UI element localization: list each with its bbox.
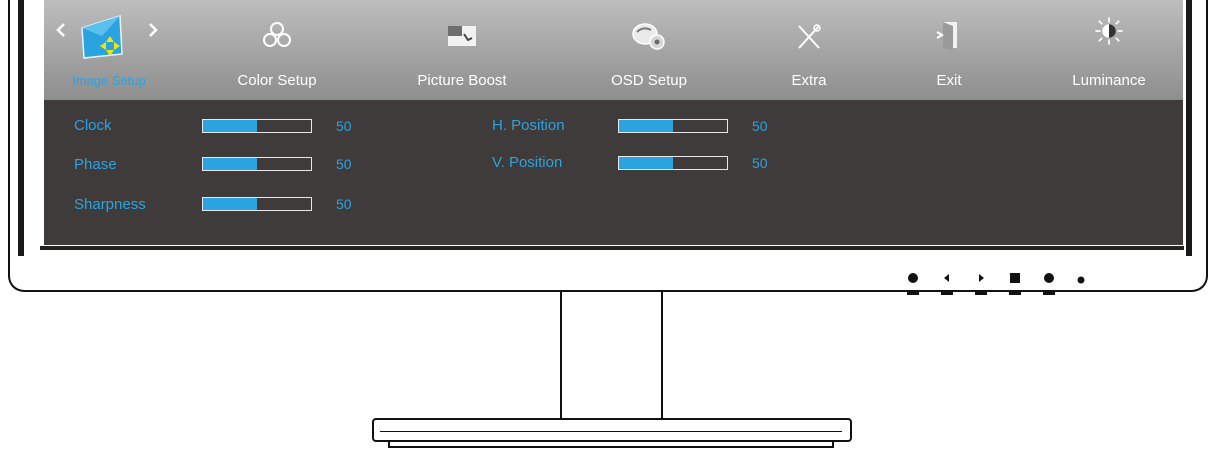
tab-label: Image Setup — [72, 73, 146, 88]
left-button[interactable] — [939, 271, 955, 297]
tab-exit[interactable]: Exit — [904, 0, 994, 100]
v-position-slider-fill — [619, 157, 673, 169]
sharpness-label: Sharpness — [74, 196, 146, 213]
frame-right-edge — [1186, 0, 1192, 256]
tab-label: Extra — [791, 72, 827, 89]
h-position-slider[interactable] — [618, 119, 728, 133]
color-setup-icon — [263, 22, 291, 47]
bezel-line — [40, 246, 1184, 250]
h-position-label: H. Position — [492, 117, 565, 134]
luminance-icon — [1095, 17, 1123, 45]
tab-label: Exit — [936, 72, 962, 89]
auto-button[interactable] — [1041, 271, 1057, 297]
tab-label: OSD Setup — [611, 72, 687, 89]
monitor-base — [372, 418, 852, 442]
sharpness-value: 50 — [336, 196, 352, 212]
exit-icon — [936, 22, 957, 50]
v-position-label: V. Position — [492, 154, 563, 171]
v-position-value: 50 — [752, 155, 768, 171]
phase-slider[interactable] — [202, 157, 312, 171]
tab-image-setup[interactable]: Image Setup — [44, 0, 174, 100]
tab-luminance[interactable]: Luminance — [1044, 0, 1174, 100]
osd-tab-bar: Image Setup Color Setup Picture Boost OS… — [44, 0, 1183, 100]
extra-icon — [798, 24, 821, 49]
frame-left-edge — [18, 0, 24, 256]
clock-label: Clock — [74, 117, 112, 134]
tab-label: Luminance — [1072, 72, 1146, 89]
power-led — [1077, 276, 1085, 284]
right-button[interactable] — [973, 271, 989, 297]
power-button[interactable] — [905, 271, 921, 297]
tab-label: Picture Boost — [417, 72, 507, 89]
phase-label: Phase — [74, 156, 117, 173]
clock-slider[interactable] — [202, 119, 312, 133]
clock-slider-fill — [203, 120, 257, 132]
clock-value: 50 — [336, 118, 352, 134]
chevron-left-icon[interactable] — [56, 22, 66, 38]
sharpness-slider-fill — [203, 198, 257, 210]
picture-boost-icon — [448, 26, 476, 46]
sharpness-slider[interactable] — [202, 197, 312, 211]
menu-button[interactable] — [1007, 271, 1023, 297]
v-position-slider[interactable] — [618, 156, 728, 170]
monitor-neck — [560, 292, 663, 422]
h-position-slider-fill — [619, 120, 673, 132]
tab-color-setup[interactable]: Color Setup — [212, 0, 342, 100]
osd-setup-icon — [632, 23, 665, 50]
tab-picture-boost[interactable]: Picture Boost — [392, 0, 532, 100]
monitor-base-foot — [388, 440, 834, 448]
tab-osd-setup[interactable]: OSD Setup — [584, 0, 714, 100]
h-position-value: 50 — [752, 118, 768, 134]
phase-value: 50 — [336, 156, 352, 172]
tab-label: Color Setup — [237, 72, 317, 89]
osd-menu: Image Setup Color Setup Picture Boost OS… — [44, 0, 1183, 245]
chevron-right-icon[interactable] — [148, 22, 158, 38]
image-setup-icon — [81, 14, 123, 59]
tab-extra[interactable]: Extra — [754, 0, 864, 100]
monitor-base-line — [380, 431, 842, 432]
phase-slider-fill — [203, 158, 257, 170]
